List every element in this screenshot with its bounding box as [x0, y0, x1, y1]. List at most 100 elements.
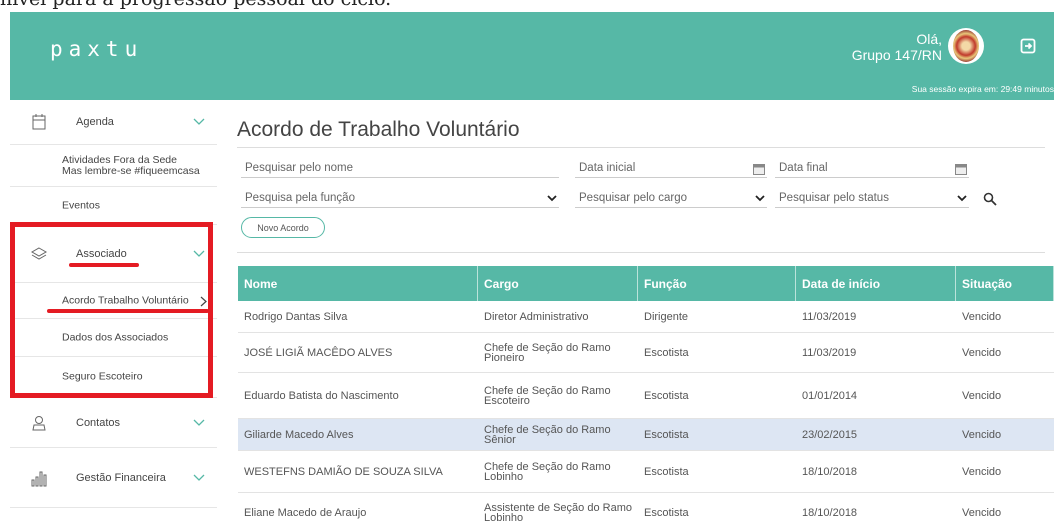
cell-situacao: Vencido: [962, 346, 1002, 359]
main-panel: Acordo de Trabalho Voluntário Pesquisar …: [227, 106, 1054, 523]
cell-data: 01/01/2014: [802, 389, 858, 402]
sidebar-subitem-label: Eventos: [62, 199, 100, 211]
cell-cargo: Chefe de Seção do Ramo Lobinho: [478, 451, 638, 492]
cell-cargo: Chefe de Seção do Ramo Sênior: [484, 423, 611, 446]
date-start-field[interactable]: Data inicial: [575, 160, 767, 178]
sidebar-subitem-seguro[interactable]: Seguro Escoteiro: [10, 357, 217, 398]
column-header-cargo[interactable]: Cargo: [478, 266, 638, 301]
table-row[interactable]: Rodrigo Dantas Silva Diretor Administrat…: [238, 301, 1054, 333]
annotation-underline-acordo: [47, 309, 209, 313]
cell-funcao: Escotista: [644, 506, 689, 519]
greeting-line1: Olá,: [916, 31, 942, 47]
date-end-field[interactable]: Data final: [775, 160, 969, 178]
cell-situacao: Vencido: [962, 465, 1002, 478]
chevron-down-icon: [755, 195, 765, 202]
cell-cargo: Chefe de Seção do Ramo Escoteiro: [478, 373, 638, 418]
column-header-situacao[interactable]: Situação: [956, 266, 1054, 301]
cargo-line2: Lobinho: [484, 470, 524, 483]
sidebar-subitem-label: Seguro Escoteiro: [62, 370, 143, 383]
cell-cargo: Chefe de Seção do Ramo Pioneiro: [478, 333, 638, 372]
app-logo[interactable]: paxtu: [50, 37, 143, 61]
table-row[interactable]: Eduardo Batista do Nascimento Chefe de S…: [238, 373, 1054, 419]
column-header-data[interactable]: Data de início: [796, 266, 956, 301]
cargo-placeholder: Pesquisar pelo cargo: [579, 192, 688, 204]
sidebar-item-label: Agenda: [76, 116, 114, 128]
column-header-funcao[interactable]: Função: [638, 266, 796, 301]
sidebar-subitem-dados[interactable]: Dados dos Associados: [10, 319, 217, 357]
chevron-down-icon: [193, 419, 205, 426]
cell-data: 11/03/2019: [802, 310, 857, 323]
sidebar-item-label: Associado: [76, 247, 127, 260]
cell-nome: JOSÉ LIGIÃ MACÊDO ALVES: [244, 346, 393, 359]
sidebar-item-label: Gestão Financeira: [76, 471, 166, 484]
chevron-down-icon: [193, 474, 205, 481]
layers-icon: [30, 246, 48, 260]
chevron-down-icon: [193, 118, 205, 125]
search-name-input[interactable]: Pesquisar pelo nome: [241, 160, 559, 178]
active-indicator: [10, 227, 15, 283]
calendar-icon[interactable]: [753, 163, 765, 175]
cell-situacao: Vencido: [962, 389, 1002, 402]
divider: [237, 252, 1045, 253]
avatar[interactable]: [948, 28, 984, 64]
sidebar-item-associado[interactable]: Associado: [10, 225, 217, 283]
cell-nome: Giliarde Macedo Alves: [244, 428, 354, 441]
sidebar-subitem-eventos[interactable]: Eventos: [10, 187, 217, 225]
sidebar-subitem-label: Acordo Trabalho Voluntário: [62, 294, 189, 306]
sidebar-subitem-acordo[interactable]: Acordo Trabalho Voluntário: [10, 283, 217, 319]
atividades-line2: Mas lembre-se #fiqueemcasa: [62, 164, 200, 177]
cell-cargo: Diretor Administrativo: [484, 310, 589, 323]
sidebar-item-label: Contatos: [76, 416, 121, 429]
cell-data: 18/10/2018: [802, 465, 858, 478]
funcao-select[interactable]: Pesquisa pela função: [241, 190, 559, 208]
search-icon[interactable]: [983, 192, 997, 206]
new-agreement-button[interactable]: Novo Acordo: [241, 217, 325, 238]
annotation-underline-associado: [69, 263, 139, 267]
table-row[interactable]: WESTEFNS DAMIÃO DE SOUZA SILVA Chefe de …: [238, 451, 1054, 493]
user-icon: [32, 415, 46, 430]
chevron-down-icon: [957, 195, 967, 202]
date-start-placeholder: Data inicial: [579, 162, 636, 174]
table-row[interactable]: JOSÉ LIGIÃ MACÊDO ALVES Chefe de Seção d…: [238, 333, 1054, 373]
document-text-line: nível para a progressão pessoal do ciclo…: [0, 0, 1054, 12]
cell-nome: WESTEFNS DAMIÃO DE SOUZA SILVA: [244, 465, 443, 478]
cell-nome: Rodrigo Dantas Silva: [244, 310, 348, 323]
status-placeholder: Pesquisar pelo status: [779, 192, 889, 204]
cell-cargo: Assistente de Seção do Ramo Lobinho: [478, 493, 638, 523]
cargo-line2: Pioneiro: [484, 351, 525, 364]
sidebar-item-agenda[interactable]: Agenda: [10, 100, 217, 145]
chevron-right-icon: [200, 296, 207, 307]
sidebar-item-gestao-financeira[interactable]: Gestão Financeira: [10, 448, 217, 508]
app-header: paxtu Olá, Grupo 147/RN Sua sessão expir…: [10, 12, 1054, 100]
cell-situacao: Vencido: [962, 506, 1002, 519]
search-name-placeholder: Pesquisar pelo nome: [245, 162, 354, 174]
bar-chart-icon: [31, 471, 47, 486]
cell-funcao: Escotista: [644, 346, 689, 359]
sidebar-subitem-label: Atividades Fora da Sede Mas lembre-se #f…: [62, 154, 200, 177]
chevron-down-icon: [193, 250, 205, 257]
page-title: Acordo de Trabalho Voluntário: [237, 118, 520, 141]
column-header-nome[interactable]: Nome: [238, 266, 478, 301]
cell-nome: Eduardo Batista do Nascimento: [244, 389, 399, 402]
cargo-line2: Escoteiro: [484, 394, 530, 407]
session-timer: Sua sessão expira em: 29:49 minutos: [911, 84, 1054, 94]
cell-funcao: Dirigente: [644, 310, 689, 323]
table-row[interactable]: Eliane Macedo de Araujo Assistente de Se…: [238, 493, 1054, 523]
sidebar-subitem-atividades[interactable]: Atividades Fora da Sede Mas lembre-se #f…: [10, 145, 217, 187]
status-select[interactable]: Pesquisar pelo status: [775, 190, 969, 208]
calendar-icon[interactable]: [955, 163, 967, 175]
logout-icon[interactable]: [1020, 38, 1036, 54]
cell-situacao: Vencido: [962, 310, 1002, 323]
divider: [237, 147, 1045, 148]
table-row[interactable]: Giliarde Macedo Alves Chefe de Seção do …: [238, 419, 1054, 451]
cargo-select[interactable]: Pesquisar pelo cargo: [575, 190, 767, 208]
funcao-placeholder: Pesquisa pela função: [245, 192, 355, 204]
cell-funcao: Escotista: [644, 389, 689, 402]
sidebar-subitem-label: Dados dos Associados: [62, 331, 169, 343]
group-emblem-icon: [953, 30, 979, 62]
cell-situacao: Vencido: [962, 428, 1002, 441]
sidebar-item-contatos[interactable]: Contatos: [10, 398, 217, 448]
cargo-line2: Lobinho: [484, 511, 524, 523]
cell-data: 23/02/2015: [802, 428, 858, 441]
date-end-placeholder: Data final: [779, 162, 828, 174]
